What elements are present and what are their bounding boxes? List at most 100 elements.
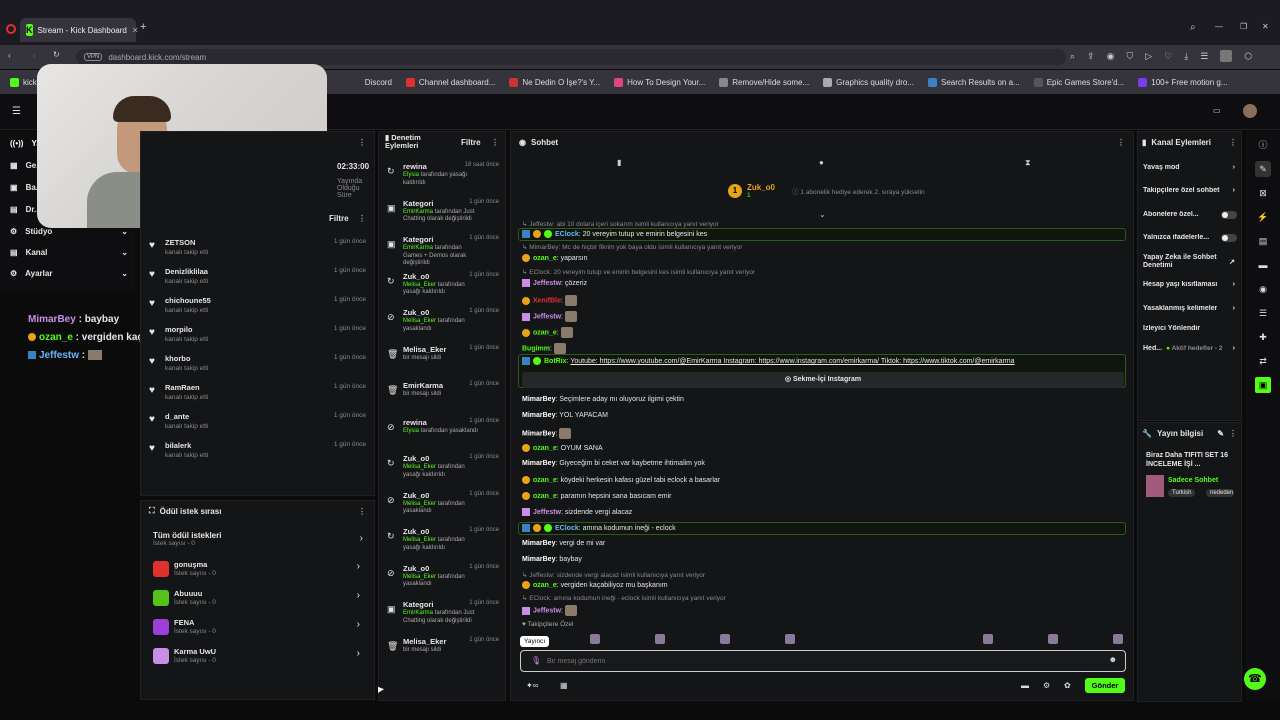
moderation-action-item[interactable]: ⊘ rewina 1 gün önce Elysia tarafından yasak… [379, 416, 505, 450]
url-field[interactable]: VPN dashboard.kick.com/stream [76, 49, 1066, 65]
bookmark-item[interactable]: How To Design Your... [614, 77, 705, 87]
reward-item[interactable]: FENA İstek sayısı - 0 › [141, 617, 374, 641]
lightning-icon[interactable]: ⚡ [1255, 209, 1271, 225]
channel-action-item[interactable]: Takipçilere özel sohbet › [1143, 187, 1237, 194]
gift-icon[interactable]: ✿ [1064, 681, 1071, 690]
moderation-action-item[interactable]: 🗑 EmirKarma 1 gün önce bir mesajı sildi [379, 379, 505, 413]
channel-action-item[interactable]: Hed... ● Aktif hedefler - 2 › [1143, 345, 1237, 352]
bookmark-item[interactable]: Remove/Hide some... [719, 77, 809, 87]
chat-message[interactable]: Jeffestw: çözeriz [522, 279, 587, 287]
download-icon[interactable]: ⤓ [1184, 51, 1188, 62]
action-target[interactable]: rewina [403, 418, 427, 427]
follower-item[interactable]: ♥ ZETSON kanalı takip etti 1 gün önce [141, 236, 374, 262]
chat-message[interactable]: EClock: amına kodumun ineği - eclock [522, 524, 676, 532]
bookmark-item[interactable]: Ne Dedin O İşe?'s Y... [509, 77, 600, 87]
emote-shortcut[interactable] [785, 634, 795, 644]
moderation-action-item[interactable]: ↻ rewina 18 saat önce Elysia tarafından yas… [379, 160, 505, 194]
tools-icon[interactable]: ✚ [1255, 329, 1271, 345]
more-options-icon[interactable]: ⋮ [491, 138, 499, 147]
sidebar-item-kanal[interactable]: ▤ Kanal ⌄ [10, 248, 128, 257]
emote-shortcut[interactable] [720, 634, 730, 644]
follower-item[interactable]: ♥ khorbo kanalı takip etti 1 gün önce [141, 352, 374, 378]
moderation-action-item[interactable]: ▣ Kategori 1 gün önce EmirKarma tarafından … [379, 233, 505, 267]
tag-chip[interactable]: nededen [1206, 489, 1234, 497]
moderation-action-item[interactable]: ⊘ Zuk_o0 1 gün önce Melisa_Eker tarafından … [379, 489, 505, 523]
play-icon[interactable]: ▷ [1145, 51, 1152, 62]
action-target[interactable]: Melisa_Eker [403, 345, 446, 354]
share-icon[interactable]: ⇄ [1255, 353, 1271, 369]
action-target[interactable]: Kategori [403, 235, 433, 244]
moderation-action-item[interactable]: ↻ Zuk_o0 1 gün önce Melisa_Eker tarafından … [379, 452, 505, 486]
chat-message[interactable]: Bugimm: [522, 343, 566, 354]
channel-action-item[interactable]: İzleyici Yönlendir [1143, 325, 1237, 332]
chat-icon[interactable]: ▬ [1255, 257, 1271, 273]
reward-item[interactable]: Abuuuu İstek sayısı - 0 › [141, 588, 374, 612]
action-target[interactable]: Zuk_o0 [403, 491, 429, 500]
chat-message[interactable]: Jeffestw: [522, 311, 577, 322]
forward-icon[interactable]: › [33, 51, 36, 60]
chat-message[interactable]: ozan_e: OYUM SANA [522, 444, 603, 452]
action-target[interactable]: Kategori [403, 600, 433, 609]
channel-action-item[interactable]: Yapay Zeka ile Sohbet Denetimi ↗ [1143, 254, 1237, 270]
channel-action-item[interactable]: Abonelere özel... [1143, 211, 1237, 219]
follower-name[interactable]: chichoune55 [165, 296, 211, 305]
emoji-icon[interactable]: ☻ [1109, 655, 1117, 664]
hamburger-menu-icon[interactable]: ☰ [12, 106, 21, 117]
chat-message[interactable]: Jeffestw: [522, 605, 577, 616]
bookmark-item[interactable]: Channel dashboard... [405, 77, 495, 87]
sidebar-item-ayarlar[interactable]: ⚙ Ayarlar ⌄ [10, 269, 128, 278]
zoom-icon[interactable]: ⌕ [1070, 51, 1075, 62]
chat-message[interactable]: MimarBey: baybay [522, 556, 582, 563]
emote-picker-icon[interactable]: ✦∞ [526, 681, 538, 690]
edit-icon[interactable]: ✎ [1217, 429, 1224, 438]
bookmark-item[interactable]: 100+ Free motion g... [1138, 77, 1228, 87]
chat-message[interactable]: MimarBey: vergi de mi var [522, 540, 605, 547]
action-target[interactable]: Zuk_o0 [403, 527, 429, 536]
reward-item[interactable]: Karma UwU İstek sayısı - 0 › [141, 646, 374, 670]
moderation-action-item[interactable]: 🗑 Melisa_Eker 1 gün önce bir mesajı sildi [379, 343, 505, 377]
emote-shortcut[interactable] [1048, 634, 1058, 644]
toggle-switch[interactable] [1221, 234, 1237, 242]
edit-icon[interactable]: ✎ [1255, 161, 1271, 177]
send-button[interactable]: Gönder [1085, 678, 1125, 693]
filter-button[interactable]: Filtre [461, 138, 481, 147]
follower-item[interactable]: ♥ RamRaen kanalı takip etti 1 gün önce [141, 381, 374, 407]
scroll-down-icon[interactable]: ⌄ [819, 210, 826, 219]
more-options-icon[interactable]: ⋮ [358, 507, 366, 516]
action-target[interactable]: Zuk_o0 [403, 454, 429, 463]
chat-bubble-icon[interactable]: ● [819, 158, 824, 167]
action-target[interactable]: rewina [403, 162, 427, 171]
heart-icon[interactable]: ♡ [1164, 51, 1172, 62]
follower-item[interactable]: ♥ bilalerk kanalı takip etti 1 gün önce [141, 439, 374, 465]
bookmark-item[interactable]: Discord [365, 78, 392, 87]
more-options-icon[interactable]: ⋮ [1229, 138, 1237, 147]
vpn-badge[interactable]: VPN [84, 53, 103, 61]
sidebar-item-studyo[interactable]: ⚙ Stüdyo ⌄ [10, 227, 128, 236]
follower-name[interactable]: d_ante [165, 412, 189, 421]
minimize-icon[interactable]: — [1215, 22, 1223, 31]
chat-message[interactable]: BotRix: Youtube: https://www.youtube.com… [522, 357, 1015, 365]
chat-message[interactable]: ozan_e: vergiden kaçabiliyoz mu başkanım [522, 581, 668, 589]
share-icon[interactable]: ⇪ [1087, 51, 1095, 62]
emote-shortcut[interactable] [983, 634, 993, 644]
emote-shortcut[interactable] [1113, 634, 1123, 644]
monitor-icon[interactable]: ▭ [1213, 106, 1221, 115]
settings-icon[interactable]: ⚙ [1043, 681, 1050, 690]
channel-action-item[interactable]: Yalnızca ifadelerle... [1143, 234, 1237, 242]
extensions-icon[interactable]: ⬡ [1244, 51, 1252, 62]
moderation-action-item[interactable]: ▣ Kategori 1 gün önce EmirKarma tarafından … [379, 197, 505, 231]
bookmark-item[interactable]: kick [10, 77, 37, 87]
new-tab-icon[interactable]: + [140, 22, 150, 33]
chat-message[interactable]: XenifBle: [522, 295, 577, 306]
moderation-action-item[interactable]: ↻ Zuk_o0 1 gün önce Melisa_Eker tarafından … [379, 270, 505, 304]
follower-item[interactable]: ♥ chichoune55 kanalı takip etti 1 gün önce [141, 294, 374, 320]
back-icon[interactable]: ‹ [8, 51, 11, 60]
chat-message[interactable]: MimarBey: [522, 428, 572, 439]
document-icon[interactable]: ▤ [1255, 233, 1271, 249]
chat-message[interactable]: ozan_e: [522, 327, 573, 338]
profile-avatar[interactable] [1220, 50, 1233, 62]
kick-square-icon[interactable]: ▣ [1255, 377, 1271, 393]
action-target[interactable]: Melisa_Eker [403, 637, 446, 646]
camera-icon[interactable]: ◉ [1107, 51, 1115, 62]
chat-message[interactable]: ozan_e: yaparsın [522, 254, 587, 262]
